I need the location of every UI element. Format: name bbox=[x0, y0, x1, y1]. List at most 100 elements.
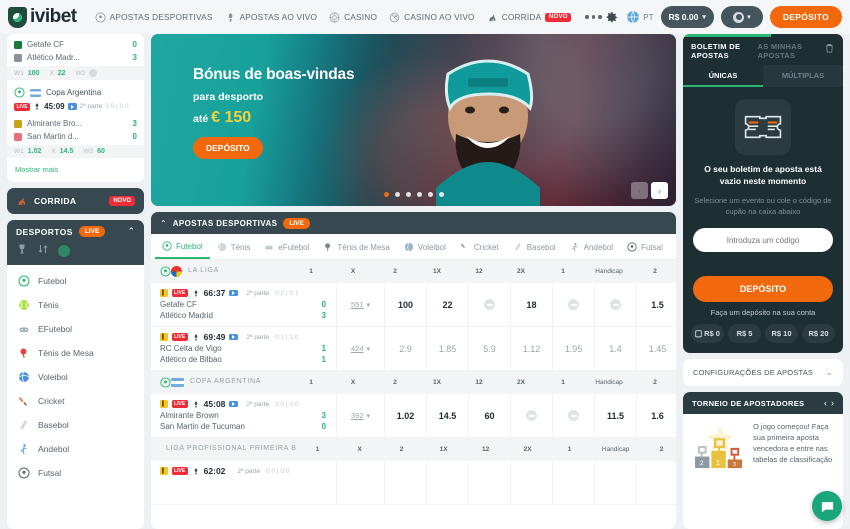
sidebar-item-voleibol[interactable]: Voleibol bbox=[7, 365, 144, 389]
account-menu[interactable]: ▾ bbox=[720, 6, 763, 28]
odd-cell[interactable] bbox=[384, 461, 426, 504]
amount-chip[interactable]: R$ 0 bbox=[691, 324, 724, 344]
odd-cell[interactable]: 60 bbox=[468, 394, 510, 437]
trophy-icon[interactable] bbox=[16, 242, 28, 260]
odd-cell[interactable] bbox=[510, 461, 552, 504]
sidebar-item-andebol[interactable]: Andebol bbox=[7, 437, 144, 461]
subtab-unicas[interactable]: ÚNICAS bbox=[683, 64, 763, 87]
sidebar-item-cricket[interactable]: Cricket bbox=[7, 389, 144, 413]
table-row[interactable]: ▌ LIVE 45:08 2ª parte 3:0 | 0:0 Almirant… bbox=[151, 394, 676, 438]
list-item[interactable]: Almirante Bro... 3 bbox=[14, 117, 137, 130]
tab-cricket[interactable]: Cricket bbox=[453, 235, 506, 258]
odd-value[interactable]: 14.5 bbox=[60, 148, 74, 155]
coupon-code-input[interactable] bbox=[693, 228, 833, 253]
league-header-row[interactable]: LA LIGA 1 X 2 1X 12 2X 1 Handicap 2 bbox=[151, 260, 676, 283]
carousel-next-button[interactable]: › bbox=[651, 182, 668, 199]
trash-icon[interactable] bbox=[824, 42, 835, 54]
odd-cell[interactable]: 22 bbox=[426, 283, 468, 326]
odd-cell[interactable] bbox=[594, 461, 636, 504]
odd-cell[interactable]: 1.45 bbox=[636, 327, 676, 370]
league-header-row[interactable]: LIGA PROFISSIONAL PRIMEIRA B 1 X 2 1X 12… bbox=[151, 438, 676, 461]
language-selector[interactable]: PT bbox=[626, 10, 654, 24]
odd-cell[interactable]: 1.12 bbox=[510, 327, 552, 370]
carousel-dot[interactable] bbox=[427, 192, 433, 197]
odd-cell[interactable]: 18 bbox=[510, 283, 552, 326]
sidebar-item-efutebol[interactable]: EFutebol bbox=[7, 317, 144, 341]
carousel-dot[interactable] bbox=[383, 192, 389, 197]
amount-chip[interactable]: R$ 5 bbox=[728, 324, 761, 344]
odd-cell[interactable]: 1.4 bbox=[594, 327, 636, 370]
odd-cell[interactable] bbox=[468, 461, 510, 504]
odd-cell[interactable]: 1.95 bbox=[552, 327, 594, 370]
more-markets-button[interactable] bbox=[336, 461, 384, 504]
show-more-link[interactable]: Mostrar mais bbox=[7, 158, 144, 182]
table-row[interactable]: ▌ LIVE 69:49 2ª parte 0:1 | 1:0 RC Celta… bbox=[151, 327, 676, 371]
sportsbook-header[interactable]: ⌃ APOSTAS DESPORTIVAS LIVE bbox=[151, 212, 676, 234]
carousel-dots[interactable] bbox=[383, 192, 444, 197]
brand-logo[interactable]: ivibet bbox=[8, 6, 77, 28]
sidebar-item-futsal[interactable]: Futsal bbox=[7, 461, 144, 485]
odd-cell[interactable]: 100 bbox=[384, 283, 426, 326]
sidebar-item-corrida[interactable]: CORRIDA NOVO bbox=[7, 188, 144, 214]
tab-tenis-de-mesa[interactable]: Ténis de Mesa bbox=[316, 235, 396, 258]
carousel-prev-button[interactable]: ‹ bbox=[631, 182, 648, 199]
odd-value[interactable]: 22 bbox=[58, 70, 66, 77]
odd-cell[interactable]: 1.5 bbox=[636, 283, 676, 326]
tournament-next-button[interactable]: › bbox=[831, 398, 834, 408]
banner-deposit-button[interactable]: DEPÓSITO bbox=[193, 137, 263, 159]
gear-icon[interactable] bbox=[604, 10, 619, 25]
odd-cell[interactable] bbox=[552, 461, 594, 504]
odd-cell[interactable]: 1.02 bbox=[384, 394, 426, 437]
more-markets-button[interactable]: 424 ▾ bbox=[336, 327, 384, 370]
tab-efutebol[interactable]: eFutebol bbox=[257, 235, 316, 258]
league-header-row[interactable]: COPA ARGENTINA 1 X 2 1X 12 2X 1 Handicap… bbox=[151, 371, 676, 394]
sidebar-item-futebol[interactable]: Futebol bbox=[7, 269, 144, 293]
subtab-multiplas[interactable]: MÚLTIPLAS bbox=[763, 65, 843, 87]
carousel-dot[interactable] bbox=[438, 192, 444, 197]
tab-futsal[interactable]: Futsal bbox=[620, 235, 670, 258]
amount-chip[interactable]: R$ 10 bbox=[765, 324, 798, 344]
list-item[interactable]: Getafe CF 0 bbox=[14, 38, 137, 51]
deposit-button[interactable]: DEPÓSITO bbox=[769, 6, 842, 28]
chevron-up-icon[interactable]: ⌃ bbox=[160, 219, 167, 228]
odd-value[interactable]: 1.02 bbox=[28, 148, 42, 155]
odd-cell[interactable]: 14.5 bbox=[426, 394, 468, 437]
odd-cell[interactable]: 2.9 bbox=[384, 327, 426, 370]
tab-as-minhas-apostas[interactable]: AS MINHAS APOSTAS bbox=[758, 42, 821, 61]
tab-futebol[interactable]: Futebol bbox=[155, 234, 210, 259]
odd-cell[interactable]: 11.5 bbox=[594, 394, 636, 437]
tab-boletim-de-apostas[interactable]: BOLETIM DE APOSTAS bbox=[691, 42, 754, 61]
more-markets-button[interactable]: 392 ▾ bbox=[336, 394, 384, 437]
odd-cell[interactable]: 1.85 bbox=[426, 327, 468, 370]
sort-icon[interactable] bbox=[37, 242, 49, 260]
carousel-dot[interactable] bbox=[405, 192, 411, 197]
table-row[interactable]: ▌ LIVE 66:37 2ª parte 0:2 | 0:1 Getafe C… bbox=[151, 283, 676, 327]
more-markets-button[interactable]: 551 ▾ bbox=[336, 283, 384, 326]
amount-chip[interactable]: R$ 20 bbox=[802, 324, 835, 344]
nav-item-casino[interactable]: CASINO bbox=[329, 12, 377, 23]
table-row[interactable]: ▌ LIVE 62:02 2ª parte 0:0 | 0:0 bbox=[151, 461, 676, 505]
odd-value[interactable]: 100 bbox=[28, 70, 40, 77]
tab-andebol[interactable]: Andebol bbox=[563, 235, 620, 258]
promo-banner[interactable]: Bónus de boas-vindas para desporto até €… bbox=[151, 34, 676, 206]
odd-value[interactable]: 60 bbox=[97, 148, 105, 155]
tournament-prev-button[interactable]: ‹ bbox=[824, 398, 827, 408]
balance-pill[interactable]: R$ 0.00 ▾ bbox=[660, 6, 714, 28]
bet-settings-row[interactable]: CONFIGURAÇÕES DE APOSTAS ⌄ bbox=[683, 359, 843, 387]
betslip-deposit-button[interactable]: DEPÓSITO bbox=[693, 276, 833, 303]
nav-more-button[interactable] bbox=[585, 15, 602, 19]
carousel-dot[interactable] bbox=[416, 192, 422, 197]
sports-panel-header[interactable]: DESPORTOS LIVE ⌃ bbox=[7, 220, 144, 265]
sidebar-item-tenis-de-mesa[interactable]: Ténis de Mesa bbox=[7, 341, 144, 365]
tab-basebol[interactable]: Basebol bbox=[506, 235, 563, 258]
sidebar-item-tenis[interactable]: Ténis bbox=[7, 293, 144, 317]
odd-cell[interactable] bbox=[426, 461, 468, 504]
list-item[interactable]: Atlético Madr... 3 bbox=[14, 51, 137, 64]
list-item[interactable]: San Martin d... 0 bbox=[14, 130, 137, 143]
chat-button[interactable] bbox=[812, 491, 842, 521]
sidebar-item-basebol[interactable]: Basebol bbox=[7, 413, 144, 437]
carousel-dot[interactable] bbox=[394, 192, 400, 197]
odd-cell[interactable]: 5.9 bbox=[468, 327, 510, 370]
chevron-up-icon[interactable]: ⌃ bbox=[127, 226, 135, 237]
tab-voleibol[interactable]: Voleibol bbox=[397, 235, 453, 258]
